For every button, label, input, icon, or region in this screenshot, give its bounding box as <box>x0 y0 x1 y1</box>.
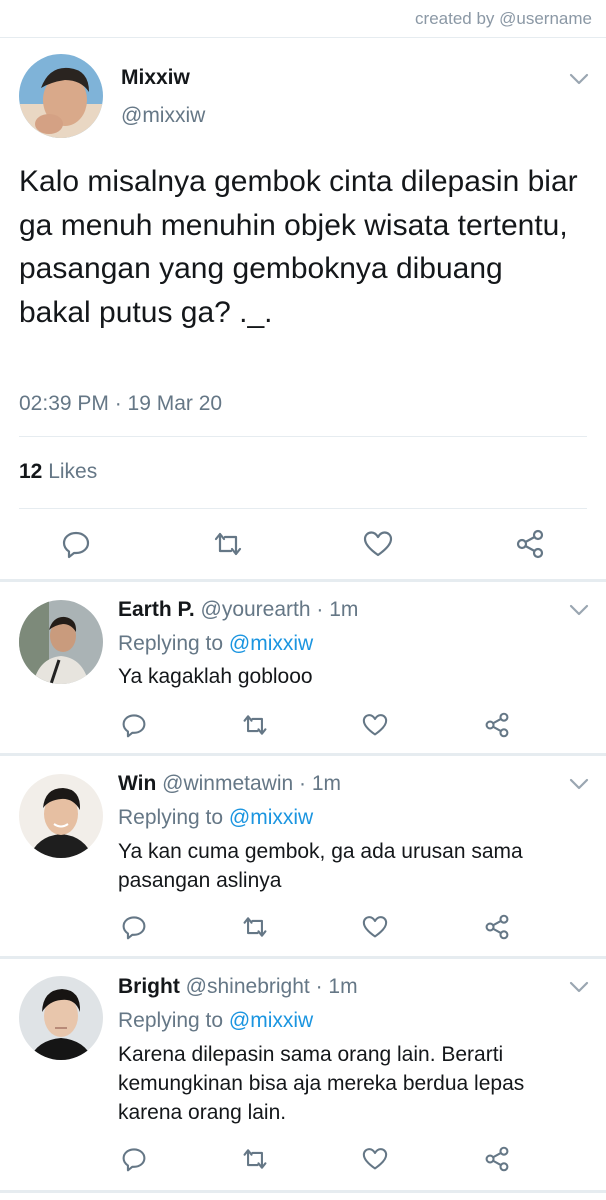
author-handle[interactable]: @yourearth <box>201 598 311 621</box>
retweet-icon <box>214 532 242 556</box>
reply-header: Earth P. @yourearth · 1m <box>118 598 358 622</box>
reply-time: · 1m <box>315 975 358 998</box>
mention-link[interactable]: @mixxiw <box>229 806 313 829</box>
share-button[interactable] <box>510 524 550 564</box>
like-button[interactable] <box>358 1142 392 1176</box>
tweet-timestamp[interactable]: 02:39 PM · 19 Mar 20 <box>19 392 222 416</box>
reply-text: Ya kagaklah goblooo <box>118 665 313 688</box>
reply-header: Bright @shinebright · 1m <box>118 975 358 999</box>
retweet-button[interactable] <box>238 708 272 742</box>
reply-icon <box>122 714 146 738</box>
avatar[interactable] <box>19 976 103 1060</box>
tweet-text: Kalo misalnya gembok cinta dilepasin bia… <box>19 165 578 329</box>
thread-divider <box>0 753 606 756</box>
replying-label: Replying to <box>118 632 224 655</box>
reply-button[interactable] <box>117 1142 151 1176</box>
author-handle[interactable]: @shinebright <box>186 975 310 998</box>
replying-label: Replying to <box>118 1009 224 1032</box>
likes-count[interactable]: 12 Likes <box>19 460 97 484</box>
share-icon <box>485 712 509 738</box>
mention-link[interactable]: @mixxiw <box>229 1009 313 1032</box>
reply-icon <box>122 916 146 940</box>
reply-text: Karena dilepasin sama orang lain. Berart… <box>118 1043 525 1124</box>
thread-divider <box>0 1190 606 1193</box>
replying-to: Replying to @mixxiw <box>118 632 313 656</box>
heart-icon <box>362 714 388 736</box>
mention-link[interactable]: @mixxiw <box>229 632 313 655</box>
author-name[interactable]: Earth P. <box>118 598 195 621</box>
author-name[interactable]: Mixxiw <box>121 66 190 90</box>
credit-label: created by @username <box>415 9 592 28</box>
chevron-down-icon[interactable] <box>568 603 590 617</box>
reply-button[interactable] <box>117 708 151 742</box>
share-button[interactable] <box>480 910 514 944</box>
avatar[interactable] <box>19 774 103 858</box>
reply-button[interactable] <box>56 524 96 564</box>
reply-text: Ya kan cuma gembok, ga ada urusan sama p… <box>118 840 523 892</box>
avatar[interactable] <box>19 600 103 684</box>
header-divider <box>0 37 606 38</box>
author-handle[interactable]: @mixxiw <box>121 104 205 128</box>
reply-button[interactable] <box>117 910 151 944</box>
divider <box>19 508 587 509</box>
author-name[interactable]: Win <box>118 772 156 795</box>
author-name[interactable]: Bright <box>118 975 180 998</box>
divider <box>19 436 587 437</box>
like-button[interactable] <box>358 524 398 564</box>
share-button[interactable] <box>480 708 514 742</box>
replying-to: Replying to @mixxiw <box>118 1009 313 1033</box>
heart-icon <box>363 531 393 557</box>
retweet-icon <box>243 1149 267 1169</box>
thread-divider <box>0 579 606 582</box>
likes-label: Likes <box>48 460 98 483</box>
reply-icon <box>62 531 90 559</box>
retweet-icon <box>243 715 267 735</box>
retweet-button[interactable] <box>238 1142 272 1176</box>
reply-time: · 1m <box>299 772 342 795</box>
author-handle[interactable]: @winmetawin <box>162 772 293 795</box>
reply-icon <box>122 1148 146 1172</box>
chevron-down-icon[interactable] <box>568 980 590 994</box>
chevron-down-icon[interactable] <box>568 777 590 791</box>
share-button[interactable] <box>480 1142 514 1176</box>
share-icon <box>516 529 544 559</box>
share-icon <box>485 914 509 940</box>
chevron-down-icon[interactable] <box>568 72 590 86</box>
reply-time: · 1m <box>316 598 359 621</box>
retweet-button[interactable] <box>238 910 272 944</box>
like-button[interactable] <box>358 708 392 742</box>
retweet-button[interactable] <box>208 524 248 564</box>
heart-icon <box>362 1148 388 1170</box>
thread-divider <box>0 956 606 959</box>
retweet-icon <box>243 917 267 937</box>
reply-header: Win @winmetawin · 1m <box>118 772 341 796</box>
like-button[interactable] <box>358 910 392 944</box>
likes-number: 12 <box>19 460 43 483</box>
heart-icon <box>362 916 388 938</box>
avatar[interactable] <box>19 54 103 138</box>
replying-to: Replying to @mixxiw <box>118 806 313 830</box>
replying-label: Replying to <box>118 806 224 829</box>
share-icon <box>485 1146 509 1172</box>
